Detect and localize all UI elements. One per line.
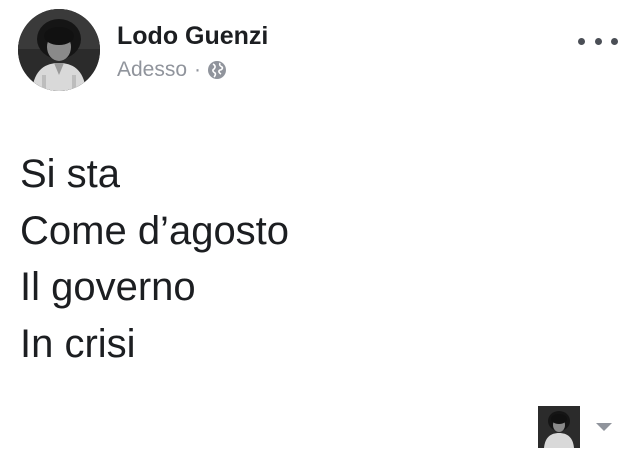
profile-photo-icon — [18, 9, 100, 91]
caret-down-icon[interactable] — [596, 423, 612, 431]
post-line: Il governo — [20, 265, 196, 309]
meta-separator: · — [194, 58, 202, 81]
profile-photo-icon — [538, 406, 580, 448]
post-timestamp[interactable]: Adesso — [117, 58, 187, 82]
post-meta: Adesso · — [117, 58, 227, 82]
actor-avatar — [538, 406, 580, 448]
post-line: Si sta — [20, 152, 121, 196]
more-dot — [611, 37, 618, 45]
post-message: Si sta Come d’agosto Il governo In crisi — [20, 146, 289, 372]
globe-icon[interactable] — [207, 60, 227, 80]
author-name-link[interactable]: Lodo Guenzi — [117, 22, 268, 51]
author-avatar[interactable] — [18, 9, 100, 91]
more-dot — [578, 37, 585, 45]
more-options-icon[interactable] — [578, 33, 618, 49]
more-dot — [594, 37, 602, 45]
facebook-post: Lodo Guenzi Adesso · Si sta Come d’agost… — [0, 0, 640, 473]
actor-selector[interactable] — [538, 405, 618, 449]
post-line: Come d’agosto — [20, 208, 290, 253]
post-line: In crisi — [20, 321, 136, 366]
